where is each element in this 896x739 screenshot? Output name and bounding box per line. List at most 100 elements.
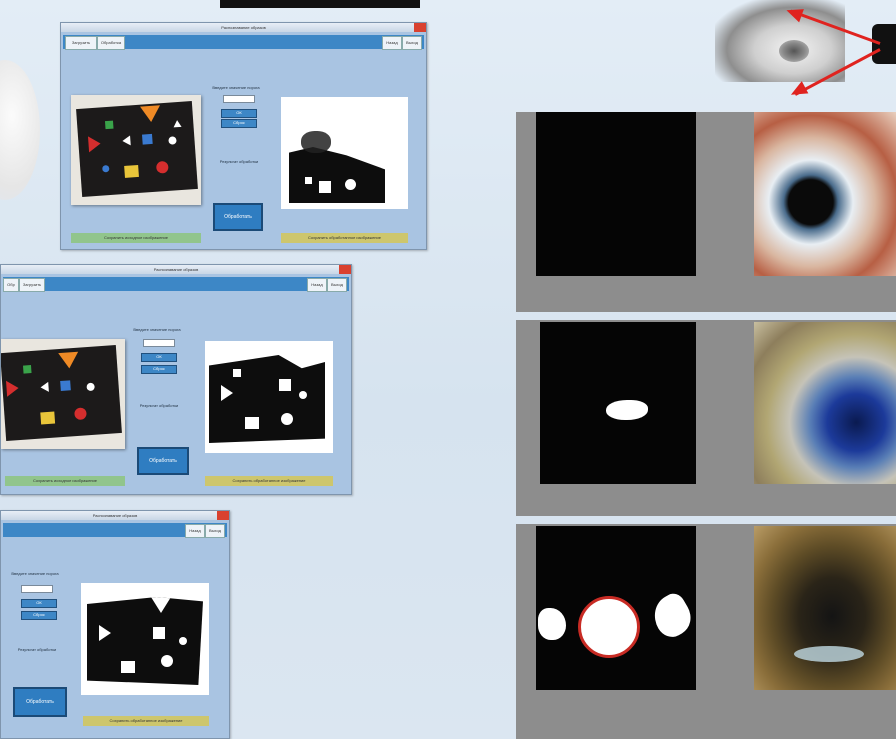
shapes-board (76, 101, 198, 197)
white-circle-1 (345, 179, 356, 190)
yellow-square (124, 164, 139, 178)
white-square-1 (121, 661, 135, 673)
white-square-1 (319, 181, 331, 193)
white-triangle-2 (151, 597, 171, 613)
white-circle (168, 136, 177, 145)
process-button[interactable]: Обработать (13, 687, 67, 717)
ok-button[interactable]: ОК (141, 353, 177, 362)
white-blob-right (646, 589, 698, 643)
processed-image (205, 341, 333, 453)
processed-image (81, 583, 209, 695)
eye-panel-1 (516, 112, 896, 312)
blue-square (142, 133, 153, 145)
blue-circle (102, 164, 110, 173)
toolbar: Загрузить Обработка Назад Выход (63, 35, 424, 50)
processed-board (87, 597, 203, 685)
green-square (104, 120, 114, 130)
window-titlebar: Распознавание образов (1, 265, 351, 274)
close-button[interactable] (414, 23, 426, 32)
tab-back[interactable]: Назад (185, 524, 205, 538)
red-triangle (6, 379, 20, 397)
threshold-input[interactable] (223, 95, 255, 103)
eye-iris-icon (779, 40, 809, 62)
threshold-label: Введите значение порога (133, 327, 181, 332)
tab-load[interactable]: Загрузить (19, 278, 45, 292)
tab-back[interactable]: Назад (382, 36, 402, 50)
reset-button[interactable]: Сброс (21, 611, 57, 620)
pupil-circle-detected (578, 596, 640, 658)
save-original-button[interactable]: Сохранить исходное изображение (5, 476, 125, 486)
red-circle (74, 407, 87, 421)
close-button[interactable] (339, 265, 351, 274)
eye-frame-3 (754, 526, 896, 690)
eye-panel-2 (516, 320, 896, 516)
tab-exit[interactable]: Выход (402, 36, 422, 50)
save-processed-button[interactable]: Сохранить обработанное изображение (83, 716, 209, 726)
window-title: Распознавание образов (221, 25, 266, 30)
result-label: Результат обработки (219, 159, 259, 164)
eye-panel-3 (516, 524, 896, 739)
tab-exit[interactable]: Выход (205, 524, 225, 538)
binary-frame-3 (536, 526, 698, 690)
tab-exit[interactable]: Выход (327, 278, 347, 292)
original-image (71, 95, 201, 205)
white-triangle (40, 381, 49, 393)
toolbar: Обр Загрузить Назад Выход (3, 277, 349, 292)
threshold-label: Введите значение порога (212, 85, 260, 90)
yellow-square (40, 411, 56, 425)
tab-processing[interactable]: Обр (3, 278, 19, 292)
process-button[interactable]: Обработать (213, 203, 263, 231)
white-square-3 (233, 369, 241, 377)
white-circle-2 (179, 637, 187, 645)
eye-frame-1 (754, 112, 896, 276)
tab-load[interactable]: Загрузить (65, 36, 97, 50)
ok-button[interactable]: ОК (221, 109, 257, 118)
close-button[interactable] (217, 511, 229, 520)
threshold-input[interactable] (21, 585, 53, 593)
white-blob-left (538, 608, 566, 640)
threshold-input[interactable] (143, 339, 175, 347)
tab-processing[interactable]: Обработка (97, 36, 125, 50)
reset-button[interactable]: Сброс (141, 365, 177, 374)
app-window-3: Распознавание образов Назад Выход Введит… (0, 510, 230, 739)
window-title: Распознавание образов (92, 513, 138, 518)
tab-back[interactable]: Назад (307, 278, 327, 292)
save-original-button[interactable]: Сохранить исходное изображение (71, 233, 201, 243)
processed-board (209, 355, 325, 443)
result-label: Результат обработки (139, 403, 179, 408)
decorative-background-blob (0, 60, 40, 200)
white-triangle (99, 625, 111, 641)
red-arrowhead-2 (787, 81, 809, 101)
white-circle (86, 382, 95, 392)
window-titlebar: Распознавание образов (61, 23, 426, 32)
white-square-2 (153, 627, 165, 639)
blue-square (60, 380, 71, 392)
app-window-2: Распознавание образов Обр Загрузить Наза… (0, 264, 352, 495)
eye-frame-2 (754, 322, 896, 484)
process-button[interactable]: Обработать (137, 447, 189, 475)
window-title: Распознавание образов (153, 267, 199, 272)
eye-photo (715, 0, 845, 82)
green-square (22, 365, 32, 374)
original-image (1, 339, 125, 449)
processed-image (281, 97, 408, 209)
white-circle-2 (299, 391, 307, 399)
white-square-1 (245, 417, 259, 429)
binary-frame-2 (540, 322, 696, 484)
binary-frame-1 (536, 112, 696, 276)
orange-triangle (140, 105, 162, 123)
ok-button[interactable]: ОК (21, 599, 57, 608)
save-processed-button[interactable]: Сохранить обработанное изображение (205, 476, 333, 486)
app-window-1: Распознавание образов Загрузить Обработк… (60, 22, 427, 250)
orange-triangle (58, 351, 80, 370)
top-edge-bar (220, 0, 420, 8)
toolbar: Назад Выход (3, 523, 227, 538)
shapes-board (1, 345, 122, 441)
white-square-2 (305, 177, 312, 184)
save-processed-button[interactable]: Сохранить обработанное изображение (281, 233, 408, 243)
white-blob (606, 400, 648, 420)
eye-highlight (794, 646, 864, 662)
white-triangle (221, 385, 233, 401)
reset-button[interactable]: Сброс (221, 119, 257, 128)
noise-cluster (301, 131, 331, 153)
